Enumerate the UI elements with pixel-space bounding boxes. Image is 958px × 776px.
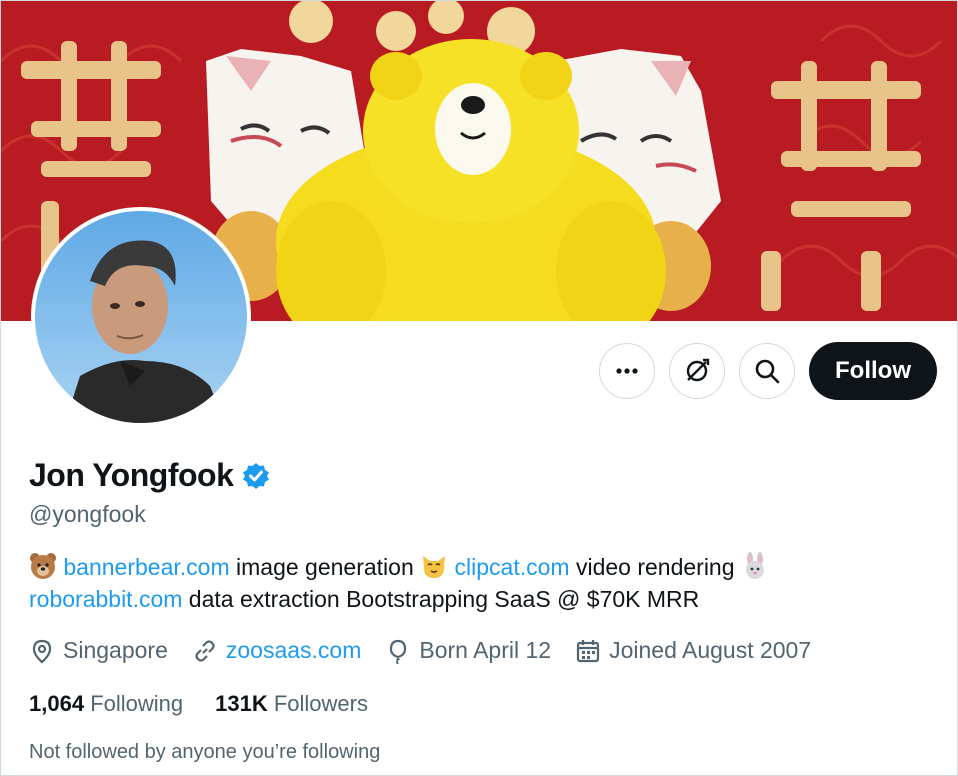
notifications-icon (686, 358, 710, 382)
profile-avatar[interactable] (31, 207, 251, 427)
more-icon (616, 368, 638, 374)
location-icon (32, 639, 52, 663)
username-handle: @yongfook (29, 501, 146, 527)
following-label: Following (90, 691, 184, 716)
followers-count: 131K (215, 691, 268, 716)
joined-item: Joined August 2007 (575, 637, 811, 664)
bio-text: video rendering (569, 554, 741, 580)
bio-text: image generation (229, 554, 421, 580)
balloon-icon (390, 639, 407, 664)
cat-emoji-icon (423, 556, 446, 578)
profile-card: Follow Jon Yongfook @yongfook bannerbear… (0, 0, 958, 776)
profile-meta: Singapore zoosaas.com Born April 12 Join… (29, 637, 835, 664)
search-icon (755, 359, 780, 384)
profile-bio: bannerbear.com image generation clipcat.… (29, 551, 929, 615)
search-button[interactable] (739, 343, 796, 399)
website-link[interactable]: zoosaas.com (226, 637, 362, 664)
rabbit-emoji-icon (745, 552, 764, 579)
website-item: zoosaas.com (192, 637, 362, 664)
birthday-text: Born April 12 (419, 637, 552, 663)
calendar-icon (576, 639, 600, 662)
joined-text: Joined August 2007 (609, 637, 812, 663)
bio-link-bannerbear[interactable]: bannerbear.com (63, 554, 229, 580)
verified-badge-icon[interactable] (241, 461, 271, 491)
location-text: Singapore (63, 637, 168, 663)
location-item: Singapore (29, 637, 168, 664)
avatar-photo (35, 211, 247, 423)
display-name: Jon Yongfook (29, 457, 234, 493)
bio-link-clipcat[interactable]: clipcat.com (455, 554, 570, 580)
subscribe-button[interactable] (669, 343, 726, 399)
link-icon (195, 639, 215, 662)
followed-by-note: Not followed by anyone you’re following (29, 741, 381, 763)
followers-link[interactable]: 131K Followers (215, 691, 368, 717)
follow-button[interactable]: Follow (809, 342, 937, 400)
profile-name-row: Jon Yongfook (29, 457, 271, 494)
followers-label: Followers (273, 691, 368, 716)
bio-link-roborabbit[interactable]: roborabbit.com (29, 586, 182, 612)
bio-text: data extraction Bootstrapping SaaS @ $70… (182, 586, 700, 612)
profile-actions: Follow (599, 342, 937, 400)
follow-stats: 1,064 Following 131K Followers (29, 691, 400, 717)
birthday-item: Born April 12 (385, 637, 551, 664)
following-count: 1,064 (29, 691, 85, 716)
bear-emoji-icon (30, 553, 56, 579)
following-link[interactable]: 1,064 Following (29, 691, 183, 717)
more-button[interactable] (599, 343, 656, 399)
